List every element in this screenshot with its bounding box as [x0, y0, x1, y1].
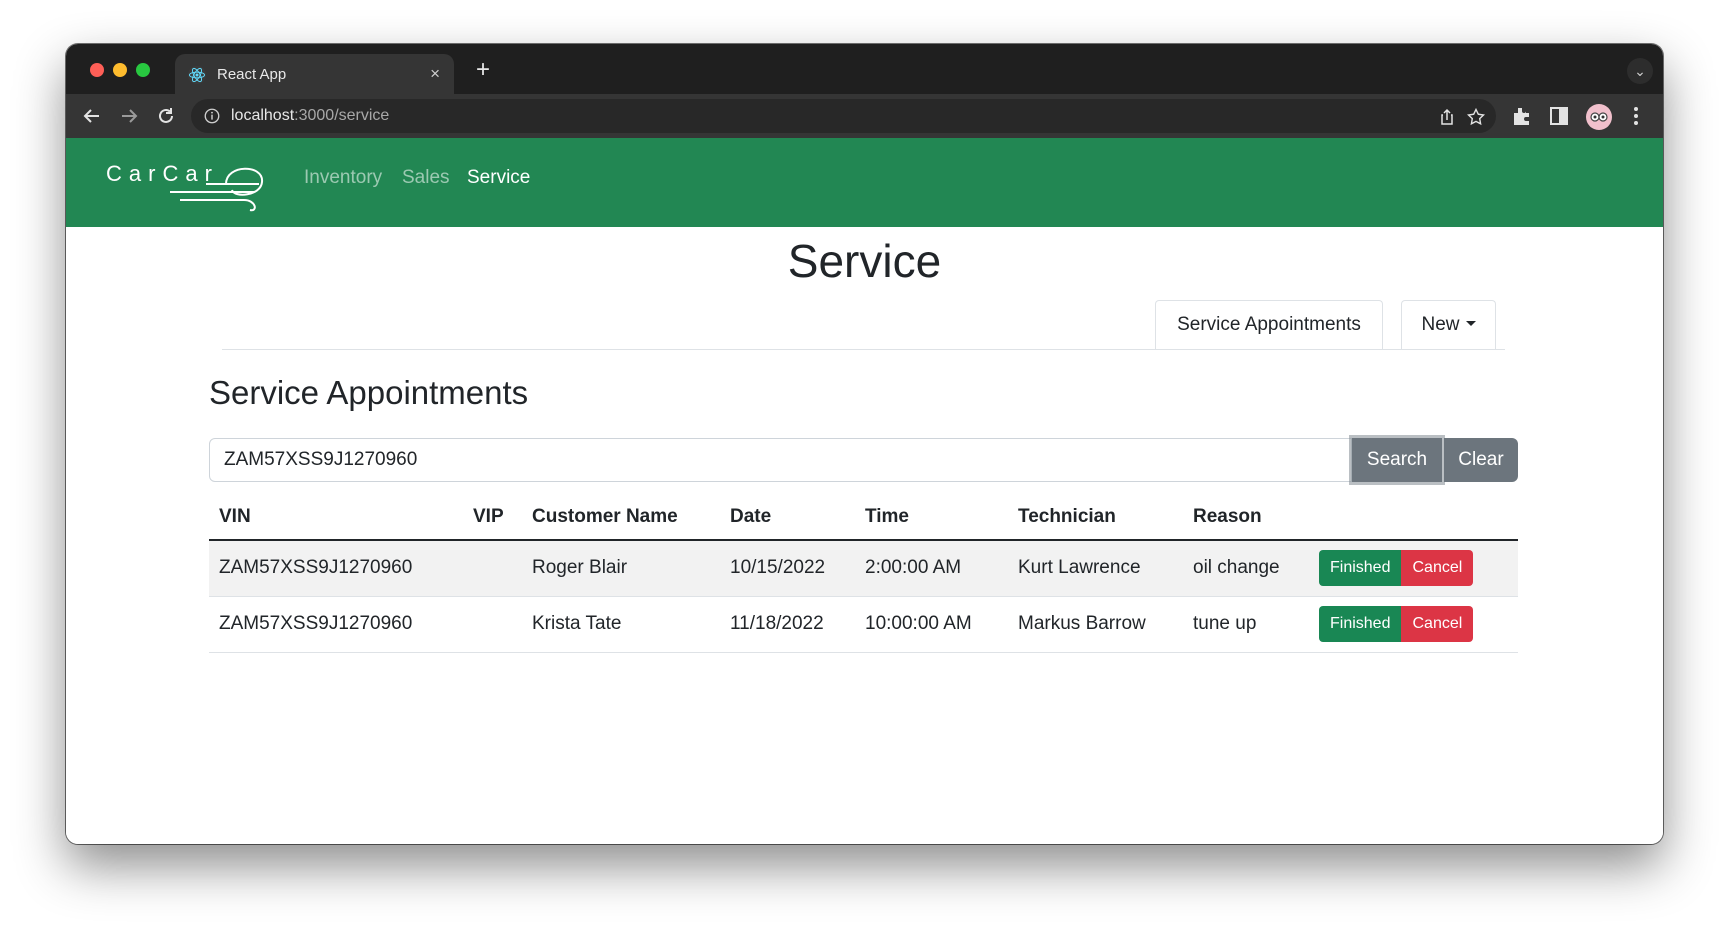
cell-vin: ZAM57XSS9J1270960 — [209, 540, 463, 597]
cell-technician: Kurt Lawrence — [1008, 540, 1183, 597]
cancel-button[interactable]: Cancel — [1401, 606, 1474, 642]
column-header-technician: Technician — [1008, 494, 1183, 541]
cell-vip — [463, 540, 522, 597]
profile-glasses-icon — [1590, 112, 1608, 122]
clear-button[interactable]: Clear — [1444, 438, 1518, 482]
browser-tab[interactable]: React App × — [175, 54, 454, 94]
url-text: localhost:3000/service — [231, 107, 389, 125]
cell-date: 11/18/2022 — [720, 596, 855, 653]
appointments-table: VIN VIP Customer Name Date Time Technici… — [209, 494, 1518, 653]
vin-search-input[interactable] — [209, 438, 1352, 482]
profile-avatar[interactable] — [1586, 104, 1612, 130]
sidepanel-icon[interactable] — [1547, 104, 1571, 128]
caret-down-icon — [1465, 321, 1476, 326]
column-header-vin: VIN — [209, 494, 463, 541]
navbar: CarCar Inventory Sales Service — [66, 138, 1663, 227]
tab-title: React App — [217, 66, 287, 83]
kebab-menu-icon[interactable] — [1624, 104, 1648, 128]
nav-link-sales[interactable]: Sales — [402, 167, 450, 189]
cell-actions: Finished Cancel — [1309, 540, 1518, 597]
chevron-down-icon[interactable]: ⌄ — [1627, 58, 1653, 84]
back-arrow-icon[interactable] — [80, 104, 104, 128]
cell-customer: Roger Blair — [522, 540, 720, 597]
cell-technician: Markus Barrow — [1008, 596, 1183, 653]
carcar-logo[interactable]: CarCar — [104, 156, 264, 212]
forward-arrow-icon[interactable] — [117, 104, 141, 128]
extensions-icon[interactable] — [1509, 104, 1533, 128]
browser-window: React App × + ⌄ localhost:3000/service C… — [66, 44, 1663, 844]
column-header-date: Date — [720, 494, 855, 541]
react-favicon — [187, 65, 207, 85]
page-title: Service — [787, 235, 942, 287]
tab-new-dropdown[interactable]: New — [1401, 300, 1496, 350]
address-bar[interactable]: localhost:3000/service — [191, 99, 1496, 133]
cell-actions: Finished Cancel — [1309, 596, 1518, 653]
finished-button[interactable]: Finished — [1319, 606, 1402, 642]
brand-text: CarCar — [106, 161, 219, 186]
web-page: CarCar Inventory Sales Service Service S… — [66, 138, 1663, 844]
tab-strip: React App × + ⌄ — [66, 44, 1663, 94]
nav-link-inventory[interactable]: Inventory — [304, 167, 382, 189]
cell-vip — [463, 596, 522, 653]
column-header-vip: VIP — [463, 494, 522, 541]
cell-vin: ZAM57XSS9J1270960 — [209, 596, 463, 653]
table-row: ZAM57XSS9J1270960 Roger Blair 10/15/2022… — [209, 540, 1518, 597]
tabs-divider — [222, 349, 1505, 350]
column-header-actions — [1309, 494, 1518, 541]
cell-reason: oil change — [1183, 540, 1309, 597]
tab-service-appointments[interactable]: Service Appointments — [1155, 300, 1383, 350]
share-icon[interactable] — [1437, 107, 1457, 127]
table-row: ZAM57XSS9J1270960 Krista Tate 11/18/2022… — [209, 596, 1518, 653]
url-host: localhost — [231, 107, 295, 124]
finished-button[interactable]: Finished — [1319, 550, 1402, 587]
column-header-time: Time — [855, 494, 1008, 541]
cell-time: 2:00:00 AM — [855, 540, 1008, 597]
column-header-customer: Customer Name — [522, 494, 720, 541]
maximize-window-button[interactable] — [136, 63, 150, 77]
cell-date: 10/15/2022 — [720, 540, 855, 597]
nav-link-service[interactable]: Service — [467, 167, 530, 189]
info-icon[interactable] — [203, 107, 221, 125]
search-button[interactable]: Search — [1352, 438, 1442, 482]
tab-new-label: New — [1421, 314, 1460, 335]
section-title: Service Appointments — [209, 374, 529, 411]
new-tab-button[interactable]: + — [469, 57, 497, 85]
browser-toolbar: localhost:3000/service — [66, 94, 1663, 138]
cell-customer: Krista Tate — [522, 596, 720, 653]
cell-reason: tune up — [1183, 596, 1309, 653]
table-header-row: VIN VIP Customer Name Date Time Technici… — [209, 494, 1518, 541]
tab-close-icon[interactable]: × — [430, 64, 440, 84]
reload-icon[interactable] — [154, 104, 178, 128]
url-path: :3000/service — [294, 107, 390, 124]
minimize-window-button[interactable] — [113, 63, 127, 77]
column-header-reason: Reason — [1183, 494, 1309, 541]
close-window-button[interactable] — [90, 63, 104, 77]
star-icon[interactable] — [1466, 107, 1486, 127]
cancel-button[interactable]: Cancel — [1401, 550, 1474, 587]
cell-time: 10:00:00 AM — [855, 596, 1008, 653]
